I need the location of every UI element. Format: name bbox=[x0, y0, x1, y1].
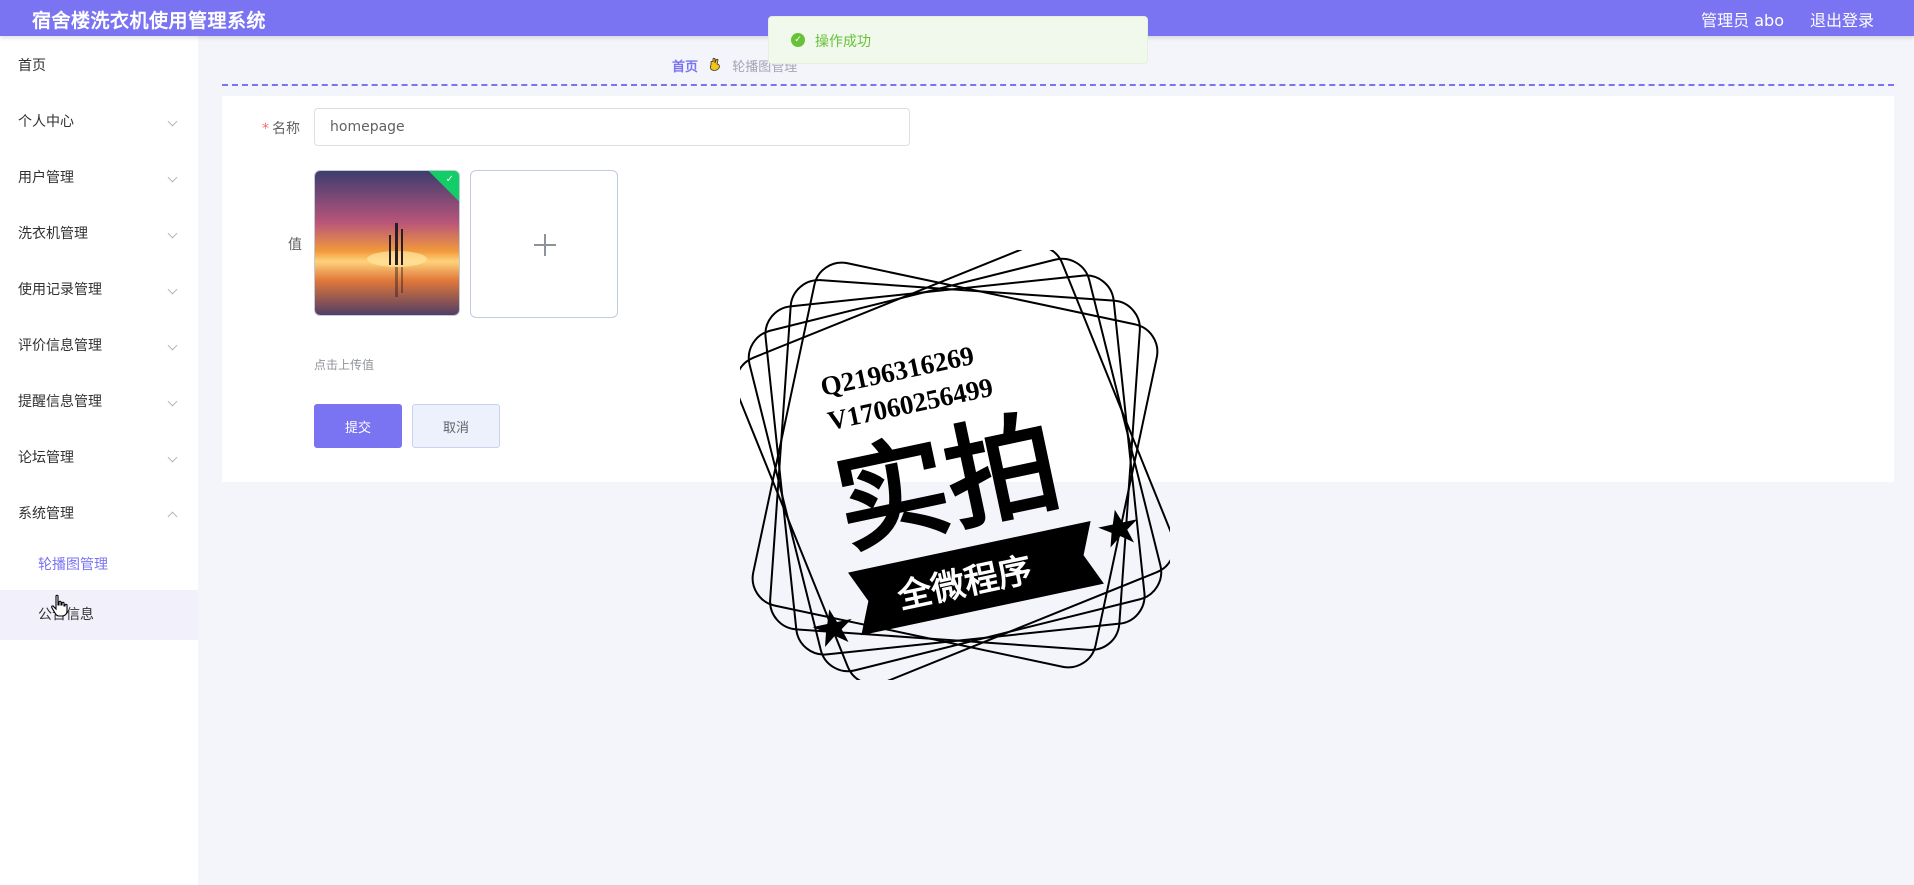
chevron-down-icon bbox=[167, 340, 178, 351]
sidebar-item-reviews[interactable]: 评价信息管理 bbox=[0, 326, 198, 366]
sidebar-subitem-label: 轮播图管理 bbox=[38, 557, 108, 573]
upload-hint: 点击上传值 bbox=[314, 358, 375, 372]
sidebar-item-system-management[interactable]: 系统管理 bbox=[0, 494, 198, 534]
logout-link[interactable]: 退出登录 bbox=[1810, 7, 1874, 31]
sidebar-item-home[interactable]: 首页 bbox=[0, 46, 198, 86]
chevron-down-icon bbox=[167, 396, 178, 407]
chevron-down-icon bbox=[167, 284, 178, 295]
sidebar-item-reminders[interactable]: 提醒信息管理 bbox=[0, 382, 198, 422]
name-label-text: 名称 bbox=[272, 121, 300, 137]
value-field-label: 值 bbox=[288, 237, 302, 253]
sidebar-item-usage-records[interactable]: 使用记录管理 bbox=[0, 270, 198, 310]
success-check-icon: ✓ bbox=[791, 33, 805, 47]
sidebar-item-label: 洗衣机管理 bbox=[18, 226, 88, 242]
chevron-up-icon bbox=[167, 511, 178, 522]
sidebar-item-label: 个人中心 bbox=[18, 114, 74, 130]
sidebar-item-forum[interactable]: 论坛管理 bbox=[0, 438, 198, 478]
uploaded-image-thumbnail[interactable]: ✓ bbox=[314, 170, 460, 316]
breadcrumb-home-link[interactable]: 首页 bbox=[672, 60, 698, 75]
submit-button[interactable]: 提交 bbox=[314, 404, 402, 448]
sidebar-item-label: 提醒信息管理 bbox=[18, 394, 102, 410]
plus-icon-vertical bbox=[544, 234, 546, 256]
name-input[interactable] bbox=[314, 108, 910, 146]
sidebar-item-label: 评价信息管理 bbox=[18, 338, 102, 354]
hand-cursor-icon bbox=[51, 594, 68, 617]
check-icon: ✓ bbox=[445, 174, 454, 185]
app-title: 宿舍楼洗衣机使用管理系统 bbox=[32, 10, 267, 32]
sidebar-subitem-announcements[interactable]: 公告信息 bbox=[0, 590, 198, 640]
sidebar-item-personal-center[interactable]: 个人中心 bbox=[0, 102, 198, 142]
svg-text:全微程序: 全微程序 bbox=[893, 550, 1035, 618]
sidebar-item-user-management[interactable]: 用户管理 bbox=[0, 158, 198, 198]
chevron-down-icon bbox=[167, 172, 178, 183]
cancel-button[interactable]: 取消 bbox=[412, 404, 500, 448]
sunset-image bbox=[315, 171, 459, 315]
admin-user-label: 管理员 abo bbox=[1701, 11, 1784, 30]
carousel-edit-form: *名称 值 ✓ bbox=[222, 96, 1894, 482]
name-field-label: * 名称 bbox=[262, 118, 300, 138]
sidebar-subitem-carousel[interactable]: 轮播图管理 bbox=[0, 540, 198, 590]
image-upload-button[interactable] bbox=[470, 170, 618, 318]
sidebar-item-label: 使用记录管理 bbox=[18, 282, 102, 298]
sidebar-item-label: 用户管理 bbox=[18, 170, 74, 186]
sidebar-menu: 首页 个人中心 用户管理 洗衣机管理 使用记录管理 评价信息管理 提醒信息管理 … bbox=[0, 36, 198, 885]
chevron-down-icon bbox=[167, 228, 178, 239]
sidebar-item-label: 系统管理 bbox=[18, 506, 74, 522]
sidebar-item-washer-management[interactable]: 洗衣机管理 bbox=[0, 214, 198, 254]
chevron-down-icon bbox=[167, 116, 178, 127]
hand-separator-icon bbox=[710, 57, 720, 71]
required-asterisk: * bbox=[262, 121, 269, 137]
toast-message: 操作成功 bbox=[815, 34, 871, 50]
sidebar-item-label: 论坛管理 bbox=[18, 450, 74, 466]
breadcrumb-divider bbox=[222, 84, 1894, 86]
chevron-down-icon bbox=[167, 452, 178, 463]
success-toast: ✓ 操作成功 bbox=[768, 16, 1148, 64]
sidebar-item-label: 首页 bbox=[18, 58, 46, 74]
